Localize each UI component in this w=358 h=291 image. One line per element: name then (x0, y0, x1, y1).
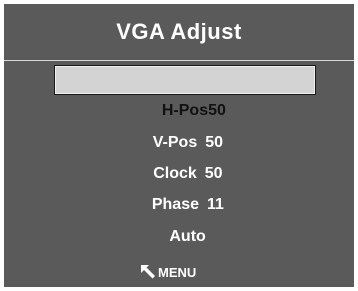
menu-item-label: Auto (169, 228, 206, 245)
back-arrow-icon (141, 265, 155, 279)
osd-panel: VGA Adjust H-Pos50 V-Pos 50 Clock 50 Phase… (4, 4, 354, 287)
menu-item-auto[interactable]: Auto (4, 210, 354, 264)
menu-back-hint[interactable]: MENU (140, 262, 196, 282)
menu-label: MENU (158, 264, 197, 280)
osd-title: VGA Adjust (116, 19, 242, 44)
title-divider (4, 60, 354, 61)
menu-item-h-pos[interactable]: H-Pos50 (54, 65, 316, 119)
